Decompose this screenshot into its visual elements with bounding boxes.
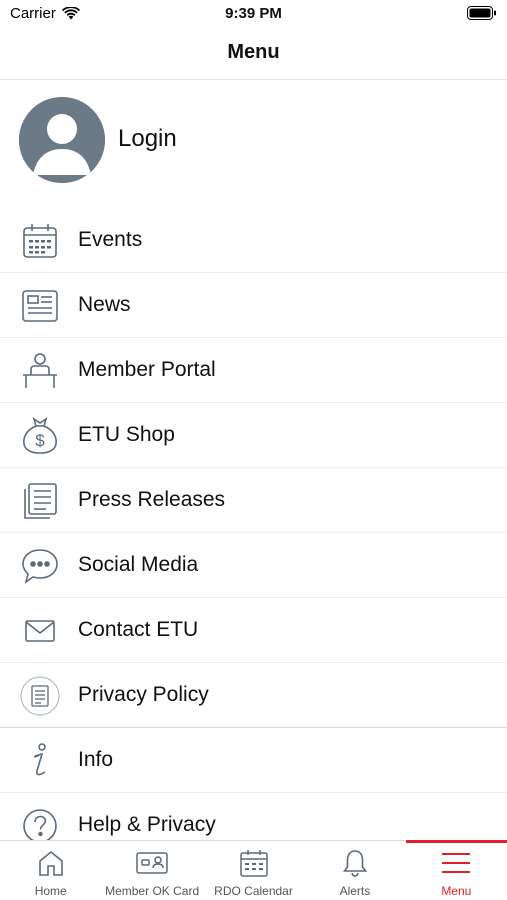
tab-alerts[interactable]: Alerts	[304, 841, 405, 900]
menu-list: Events News Member Portal $ ETU Shop Pre…	[0, 208, 507, 858]
menu-item-news[interactable]: News	[0, 273, 507, 338]
menu-item-label: ETU Shop	[78, 423, 175, 446]
menu-item-press-releases[interactable]: Press Releases	[0, 468, 507, 533]
login-row[interactable]: Login	[0, 95, 507, 187]
menu-item-label: Info	[78, 748, 114, 771]
chat-bubble-icon	[19, 545, 61, 587]
home-icon	[0, 847, 101, 879]
tab-menu[interactable]: Menu	[405, 840, 507, 900]
menu-item-label: Events	[78, 228, 143, 251]
hamburger-icon	[406, 847, 507, 879]
bell-icon	[304, 847, 405, 879]
menu-item-label: News	[78, 293, 131, 316]
login-label: Login	[118, 125, 177, 152]
tab-bar: Home Member OK Card RDO Calendar Alerts …	[0, 840, 507, 900]
menu-item-label: Social Media	[78, 553, 199, 576]
menu-item-label: Member Portal	[78, 358, 216, 381]
calendar-icon	[19, 220, 61, 262]
status-time: 9:39 PM	[225, 5, 282, 22]
tab-rdo-calendar[interactable]: RDO Calendar	[203, 841, 304, 900]
menu-item-info[interactable]: Info	[0, 728, 507, 793]
menu-item-label: Contact ETU	[78, 618, 199, 641]
status-bar: Carrier 9:39 PM	[0, 0, 507, 28]
newspaper-icon	[19, 285, 61, 327]
tab-member-ok-card[interactable]: Member OK Card	[101, 841, 202, 900]
tab-label: Member OK Card	[105, 884, 200, 898]
person-desk-icon	[19, 350, 61, 392]
nav-bar: Menu	[0, 28, 507, 80]
tab-home[interactable]: Home	[0, 841, 101, 900]
envelope-icon	[19, 610, 61, 652]
menu-item-label: Help & Privacy	[78, 813, 216, 836]
battery-icon	[467, 6, 496, 20]
documents-icon	[19, 480, 61, 522]
menu-item-member-portal[interactable]: Member Portal	[0, 338, 507, 403]
menu-item-events[interactable]: Events	[0, 208, 507, 273]
menu-item-label: Privacy Policy	[78, 683, 209, 706]
menu-item-social-media[interactable]: Social Media	[0, 533, 507, 598]
svg-text:$: $	[35, 431, 45, 450]
tab-label: Menu	[441, 884, 472, 898]
tab-label: Home	[34, 884, 67, 898]
id-card-icon	[101, 847, 202, 879]
avatar	[19, 97, 105, 183]
page-title: Menu	[227, 41, 280, 63]
menu-item-contact-etu[interactable]: Contact ETU	[0, 598, 507, 663]
user-placeholder-icon	[19, 97, 105, 183]
menu-item-label: Press Releases	[78, 488, 226, 511]
active-tab-indicator	[405, 840, 507, 843]
menu-item-etu-shop[interactable]: $ ETU Shop	[0, 403, 507, 468]
privacy-policy-icon	[19, 675, 61, 717]
tab-label: RDO Calendar	[214, 884, 293, 898]
calendar-icon	[203, 847, 304, 879]
info-icon	[19, 740, 61, 782]
money-bag-icon: $	[19, 415, 61, 457]
menu-item-privacy-policy[interactable]: Privacy Policy	[0, 663, 507, 728]
tab-label: Alerts	[339, 884, 371, 898]
